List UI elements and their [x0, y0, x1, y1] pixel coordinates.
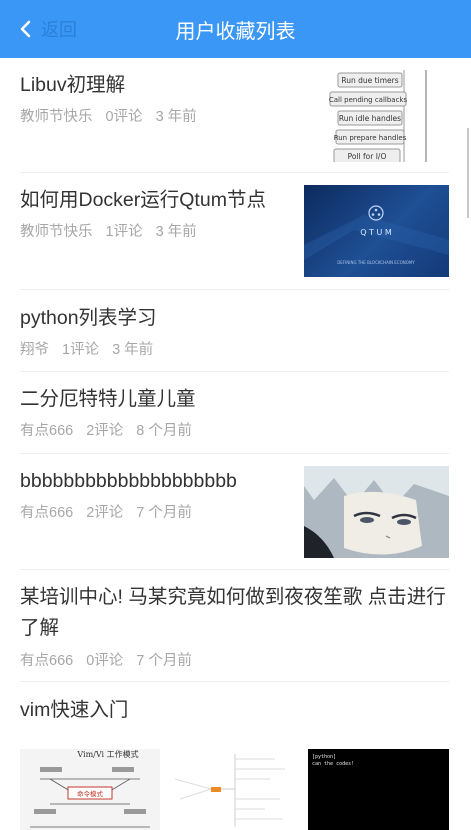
- item-meta: 有点666 2评论 8 个月前: [20, 419, 205, 440]
- item-time: 3 年前: [155, 109, 197, 125]
- diagram-mode: 命令模式: [77, 789, 104, 798]
- item-title: 某培训中心! 马某究竟如何做到夜夜笙歌 点击进行了解: [20, 586, 446, 639]
- list-item[interactable]: Libuv初理解 教师节快乐 0评论 3 年前 Run due timers Cal…: [20, 58, 449, 173]
- diagram-title: Vim/Vi 工作模式: [76, 749, 138, 759]
- item-comments: 2评论: [86, 423, 124, 439]
- item-thumbnail: [304, 466, 449, 558]
- list-item[interactable]: bbbbbbbbbbbbbbbbbbbb 有点666 2评论 7 个月前: [20, 454, 449, 570]
- item-time: 3 年前: [155, 224, 197, 240]
- favorites-list: Libuv初理解 教师节快乐 0评论 3 年前 Run due timers Cal…: [0, 58, 471, 830]
- item-title: 如何用Docker运行Qtum节点: [20, 189, 266, 211]
- page-title: 用户收藏列表: [175, 21, 296, 43]
- item-comments: 1评论: [62, 342, 100, 358]
- vim-modes-diagram: Vim/Vi 工作模式 命令模式: [30, 749, 150, 828]
- qtum-banner: Q T U M DEFINING THE BLOCKCHAIN ECONOMY: [304, 205, 449, 265]
- qtum-logo-icon: [368, 205, 384, 221]
- item-thumbnail: Vim/Vi 工作模式 命令模式: [20, 749, 160, 830]
- item-comments: 2评论: [86, 505, 124, 521]
- list-item[interactable]: vim快速入门 Vim/Vi 工作模式 命令模式 [python] can th…: [20, 682, 449, 830]
- item-meta: 翔爷 1评论 3 年前: [20, 338, 166, 359]
- item-author: 有点666: [20, 423, 74, 439]
- item-meta: 教师节快乐 1评论 3 年前: [20, 220, 210, 241]
- brand-name: Q T U M: [360, 228, 392, 237]
- anime-portrait: [304, 466, 449, 558]
- list-item[interactable]: python列表学习 翔爷 1评论 3 年前: [20, 290, 449, 372]
- event-loop-diagram: Run due timers Call pending callbacks Ru…: [329, 70, 427, 162]
- terminal-line: can the codes!: [312, 761, 354, 767]
- item-meta: 有点666 0评论 7 个月前: [20, 649, 205, 670]
- item-title: python列表学习: [20, 307, 157, 329]
- loop-step: Run idle handles: [339, 114, 401, 123]
- loop-step: Run due timers: [341, 76, 398, 85]
- item-thumbnail: Run due timers Call pending callbacks Ru…: [304, 70, 449, 162]
- loop-step: Call pending callbacks: [329, 96, 408, 104]
- item-comments: 0评论: [105, 109, 143, 125]
- mindmap-image: [174, 754, 285, 827]
- item-thumbnail: [python] can the codes!: [308, 749, 449, 830]
- item-time: 8 个月前: [136, 423, 192, 439]
- list-item[interactable]: 二分厄特特儿童儿童 有点666 2评论 8 个月前: [20, 372, 449, 454]
- item-time: 3 年前: [112, 342, 154, 358]
- list-item[interactable]: 某培训中心! 马某究竟如何做到夜夜笙歌 点击进行了解 有点666 0评论 7 个月前: [20, 570, 449, 682]
- terminal-screenshot: [python] can the codes!: [312, 754, 354, 767]
- item-thumbnail: Q T U M DEFINING THE BLOCKCHAIN ECONOMY: [304, 185, 449, 277]
- item-author: 有点666: [20, 505, 74, 521]
- item-author: 有点666: [20, 653, 74, 669]
- terminal-line: [python]: [312, 754, 336, 760]
- scrollbar[interactable]: [467, 128, 469, 218]
- item-title: bbbbbbbbbbbbbbbbbbbb: [20, 470, 237, 492]
- loop-step: Run prepare handles: [334, 134, 407, 142]
- item-title: Libuv初理解: [20, 74, 126, 96]
- brand-tagline: DEFINING THE BLOCKCHAIN ECONOMY: [337, 260, 415, 265]
- item-author: 教师节快乐: [20, 109, 93, 125]
- item-meta: 有点666 2评论 7 个月前: [20, 501, 205, 522]
- loop-step: Poll for I/O: [348, 152, 387, 161]
- item-time: 7 个月前: [136, 505, 192, 521]
- item-time: 7 个月前: [136, 653, 192, 669]
- item-comments: 0评论: [86, 653, 124, 669]
- item-title: vim快速入门: [20, 699, 129, 721]
- item-author: 翔爷: [20, 342, 49, 358]
- item-author: 教师节快乐: [20, 224, 93, 240]
- list-item[interactable]: 如何用Docker运行Qtum节点 教师节快乐 1评论 3 年前 Q T U M D…: [20, 173, 449, 290]
- app-header: 返回 用户收藏列表: [0, 0, 471, 58]
- item-thumbnail: [165, 749, 305, 830]
- item-meta: 教师节快乐 0评论 3 年前: [20, 105, 210, 126]
- item-title: 二分厄特特儿童儿童: [20, 388, 196, 410]
- item-comments: 1评论: [105, 224, 143, 240]
